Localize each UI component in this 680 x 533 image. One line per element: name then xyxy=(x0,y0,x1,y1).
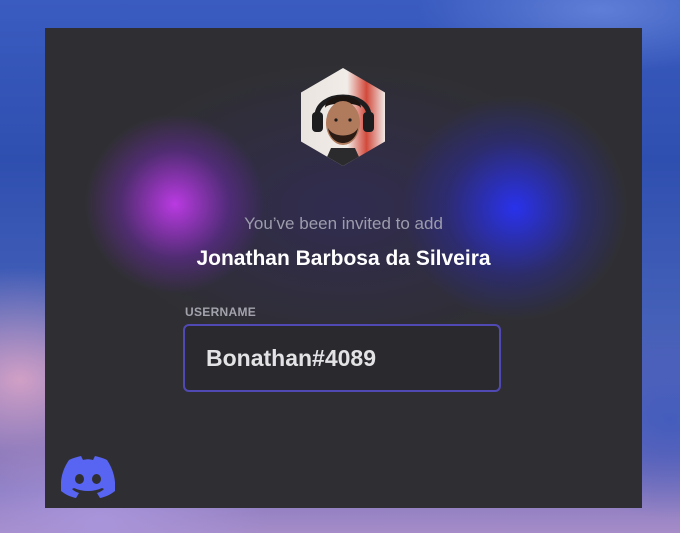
username-field[interactable]: Bonathan#4089 xyxy=(183,324,501,392)
invite-subtitle: You’ve been invited to add xyxy=(244,214,443,233)
avatar xyxy=(301,68,385,166)
username-label: USERNAME xyxy=(185,305,257,319)
invite-card: You’ve been invited to add Jonathan Barb… xyxy=(45,28,642,508)
username-value: Bonathan#4089 xyxy=(206,344,377,371)
invitee-name: Jonathan Barbosa da Silveira xyxy=(196,247,491,270)
discord-logo-icon xyxy=(60,456,116,503)
